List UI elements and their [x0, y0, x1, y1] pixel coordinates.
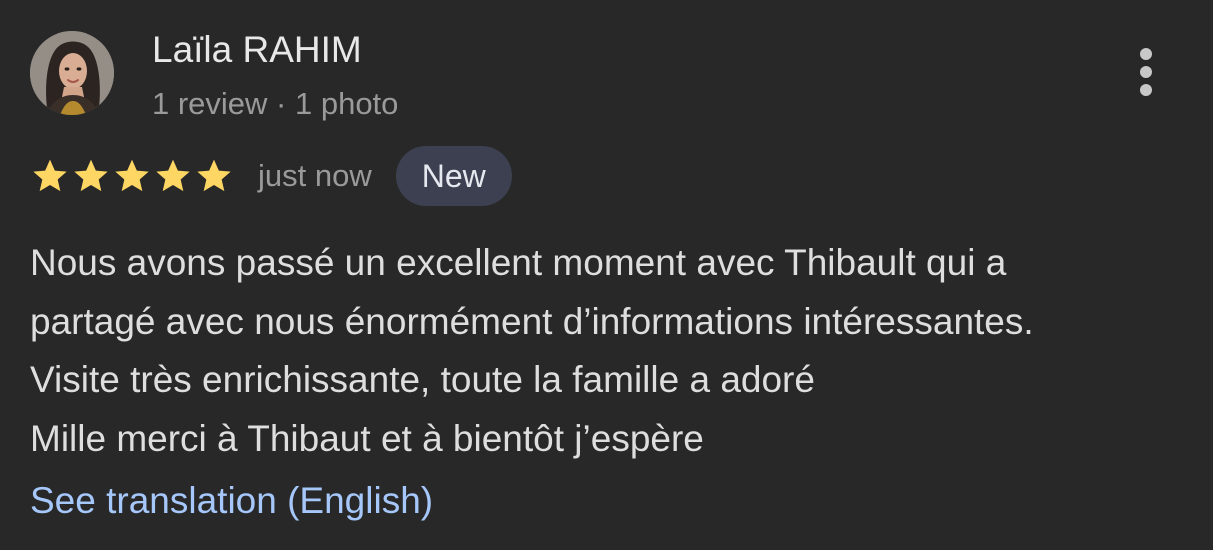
rating-row: just now New: [30, 146, 512, 206]
star-icon: [156, 159, 190, 192]
review-text-line: Visite très enrichissante, toute la fami…: [30, 359, 815, 400]
review-card: Laïla RAHIM 1 review · 1 photo just now …: [0, 0, 1213, 550]
star-rating: [30, 156, 234, 196]
review-text-line: Mille merci à Thibaut et à bientôt j’esp…: [30, 417, 704, 459]
author-avatar[interactable]: [30, 31, 114, 115]
more-vertical-icon-dot: [1140, 84, 1152, 96]
more-vertical-icon: [1140, 48, 1152, 60]
review-text: Nous avons passé un excellent moment ave…: [30, 234, 1200, 468]
more-options-button[interactable]: [1126, 44, 1166, 100]
review-time: just now: [258, 158, 372, 193]
star-icon: [197, 159, 231, 192]
star-icon: [74, 159, 108, 192]
star-icon: [33, 159, 67, 192]
new-badge: New: [395, 146, 512, 206]
author-name[interactable]: Laïla RAHIM: [152, 28, 362, 72]
review-text-line: Nous avons passé un excellent moment ave…: [30, 242, 1007, 283]
see-translation-link[interactable]: See translation (English): [30, 472, 433, 530]
more-vertical-icon-dot: [1140, 66, 1152, 78]
star-icon: [115, 159, 149, 192]
avatar-photo-icon: [30, 31, 114, 115]
review-text-line: partagé avec nous énormément d’informati…: [30, 300, 1034, 342]
author-meta: 1 review · 1 photo: [152, 86, 399, 121]
